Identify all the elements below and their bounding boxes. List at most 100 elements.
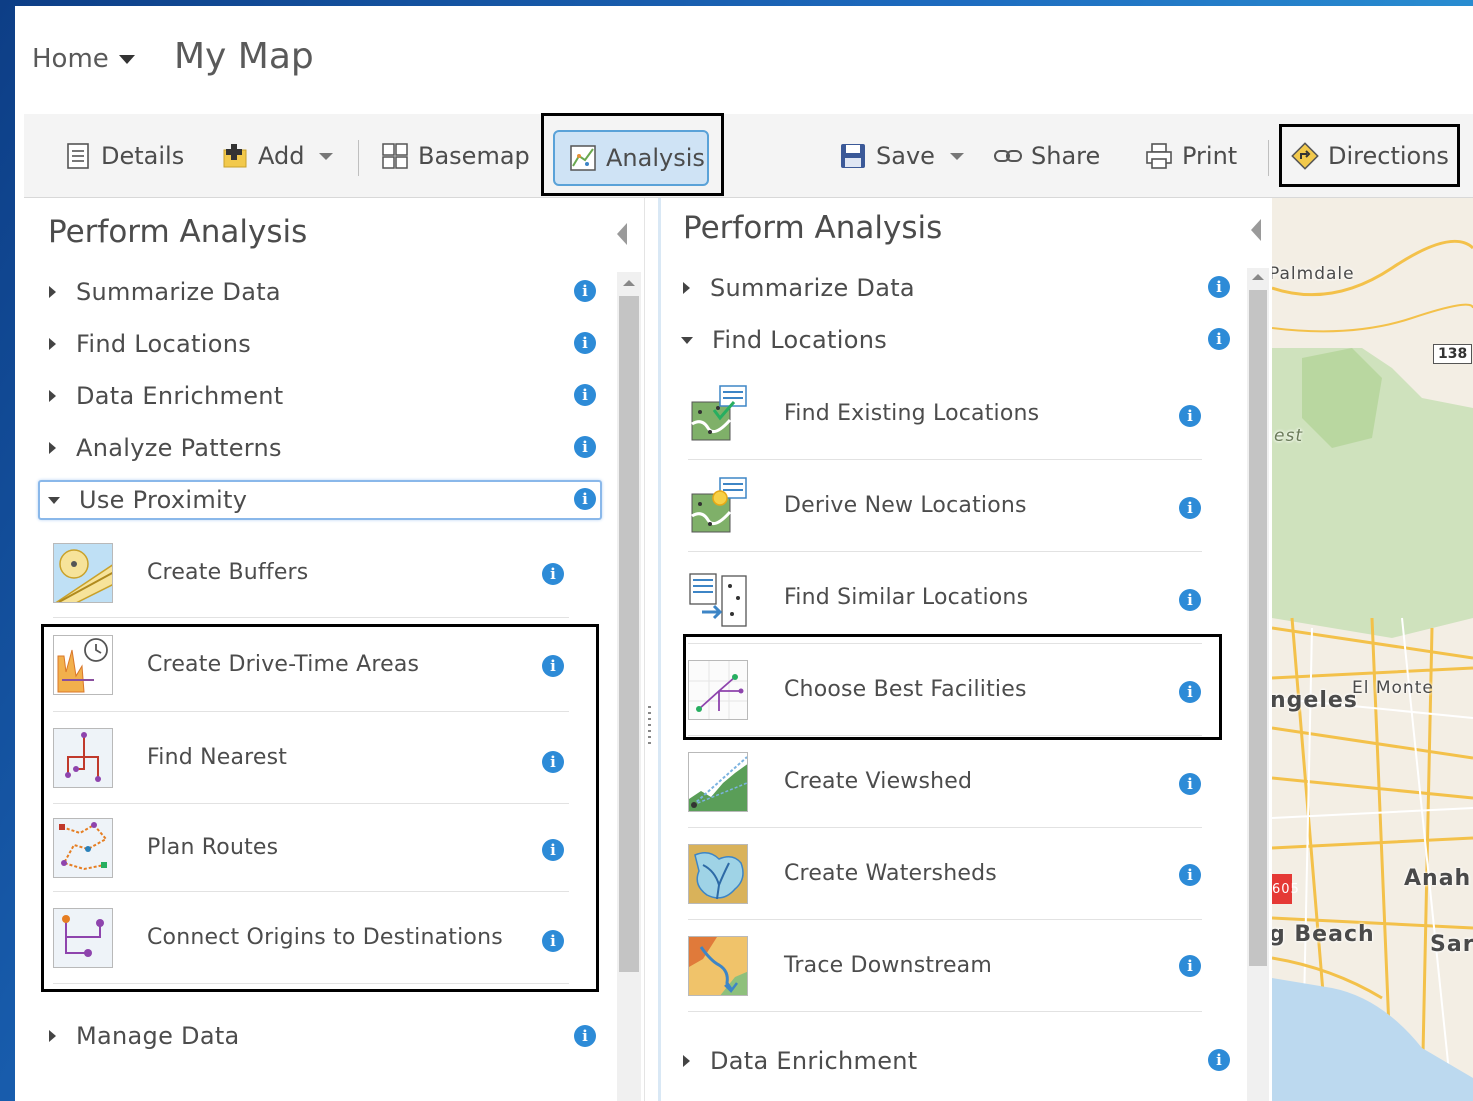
panel-splitter-handle[interactable]: [648, 706, 651, 744]
choose-best-facilities-icon: [688, 659, 748, 720]
category-label: Summarize Data: [710, 274, 915, 302]
category-find-locations[interactable]: Find Locations: [45, 324, 605, 364]
print-label: Print: [1182, 142, 1238, 170]
tool-plan-routes[interactable]: Plan Routes: [53, 804, 569, 892]
scroll-up-icon[interactable]: [623, 280, 635, 286]
chevron-right-icon: [49, 1030, 56, 1042]
chevron-right-icon: [49, 338, 56, 350]
tool-connect-origins-to-destinations[interactable]: Connect Origins to Destinations: [53, 892, 569, 984]
create-buffers-icon: [53, 542, 113, 603]
collapse-panel-icon[interactable]: [1251, 219, 1261, 241]
right-scrollbar-thumb[interactable]: [1249, 290, 1267, 966]
info-icon[interactable]: i: [1179, 773, 1201, 795]
tool-create-watersheds[interactable]: Create Watersheds: [688, 828, 1202, 920]
create-watersheds-icon: [688, 843, 748, 904]
info-icon[interactable]: i: [1179, 681, 1201, 703]
category-label: Find Locations: [712, 326, 888, 354]
tool-trace-downstream[interactable]: Trace Downstream: [688, 920, 1202, 1012]
tool-choose-best-facilities[interactable]: Choose Best Facilities: [688, 644, 1202, 736]
info-icon[interactable]: i: [574, 1025, 596, 1047]
connect-origins-icon: [53, 907, 113, 968]
basemap-grid-icon: [382, 143, 408, 169]
tool-find-existing-locations[interactable]: Find Existing Locations: [688, 368, 1202, 460]
category-summarize-data[interactable]: Summarize Data: [45, 272, 605, 312]
tool-label: Create Watersheds: [784, 861, 997, 886]
info-icon[interactable]: i: [574, 280, 596, 302]
caret-down-icon: [118, 54, 135, 64]
add-label: Add: [258, 142, 305, 170]
info-icon[interactable]: i: [1179, 955, 1201, 977]
toolbar-divider: [358, 140, 359, 176]
category-label: Use Proximity: [79, 486, 248, 514]
info-icon[interactable]: i: [574, 332, 596, 354]
details-icon: [67, 143, 89, 169]
category-summarize-data[interactable]: Summarize Data: [679, 268, 1219, 308]
category-use-proximity[interactable]: Use Proximity: [38, 480, 602, 520]
map-basemap: [1272, 198, 1473, 1101]
derive-new-locations-icon: [688, 476, 748, 536]
basemap-button[interactable]: Basemap: [381, 134, 530, 178]
scroll-up-icon[interactable]: [1252, 274, 1264, 280]
info-icon[interactable]: i: [542, 839, 564, 861]
info-icon[interactable]: i: [542, 563, 564, 585]
tool-create-viewshed[interactable]: Create Viewshed: [688, 736, 1202, 828]
tool-label: Connect Origins to Destinations: [147, 925, 503, 950]
tool-label: Find Existing Locations: [784, 401, 1040, 426]
tool-create-buffers[interactable]: Create Buffers: [53, 528, 569, 618]
save-button[interactable]: Save: [839, 134, 964, 178]
print-button[interactable]: Print: [1145, 134, 1237, 178]
info-icon[interactable]: i: [1208, 1049, 1230, 1071]
info-icon[interactable]: i: [1179, 864, 1201, 886]
tool-find-similar-locations[interactable]: Find Similar Locations: [688, 552, 1202, 644]
info-icon[interactable]: i: [542, 655, 564, 677]
basemap-label: Basemap: [418, 142, 530, 170]
find-existing-locations-icon: [688, 384, 748, 444]
collapse-panel-icon[interactable]: [617, 223, 627, 245]
tool-derive-new-locations[interactable]: Derive New Locations: [688, 460, 1202, 552]
chevron-right-icon: [49, 442, 56, 454]
chevron-down-icon: [48, 496, 60, 504]
info-icon[interactable]: i: [542, 930, 564, 952]
map-label-anaheim: Anah: [1404, 866, 1472, 891]
directions-label: Directions: [1328, 142, 1449, 170]
map-label-santa-ana: Sar: [1430, 932, 1473, 957]
category-data-enrichment[interactable]: Data Enrichment: [45, 376, 605, 416]
category-manage-data[interactable]: Manage Data: [45, 1016, 605, 1056]
info-icon[interactable]: i: [1208, 276, 1230, 298]
category-data-enrichment[interactable]: Data Enrichment: [679, 1041, 1219, 1081]
tool-label: Plan Routes: [147, 835, 279, 860]
app-window: Home My Map Details Add Basemap Analysis…: [15, 6, 1473, 1101]
left-scrollbar-thumb[interactable]: [619, 296, 639, 972]
tool-label: Create Buffers: [147, 560, 309, 585]
analysis-button[interactable]: Analysis: [553, 130, 709, 186]
panel-title: Perform Analysis: [48, 214, 308, 250]
info-icon[interactable]: i: [1179, 497, 1201, 519]
share-link-icon: [994, 150, 1022, 162]
chevron-right-icon: [49, 390, 56, 402]
info-icon[interactable]: i: [1179, 589, 1201, 611]
map-label-el-monte: El Monte: [1352, 678, 1434, 698]
tool-create-drive-time-areas[interactable]: Create Drive-Time Areas: [53, 618, 569, 712]
info-icon[interactable]: i: [1208, 328, 1230, 350]
home-label: Home: [32, 44, 109, 74]
find-similar-locations-icon: [688, 568, 748, 628]
info-icon[interactable]: i: [1179, 405, 1201, 427]
details-button[interactable]: Details: [64, 134, 184, 178]
share-button[interactable]: Share: [994, 134, 1100, 178]
add-button[interactable]: Add: [221, 134, 334, 178]
info-icon[interactable]: i: [574, 436, 596, 458]
info-icon[interactable]: i: [542, 751, 564, 773]
save-label: Save: [876, 142, 935, 170]
category-analyze-patterns[interactable]: Analyze Patterns: [45, 428, 605, 468]
printer-icon: [1146, 143, 1172, 169]
category-label: Data Enrichment: [76, 382, 284, 410]
home-menu[interactable]: Home: [32, 44, 135, 74]
tool-find-nearest[interactable]: Find Nearest: [53, 712, 569, 804]
info-icon[interactable]: i: [574, 488, 596, 510]
map-view[interactable]: Palmdale 138 est ngeles El Monte Anah g …: [1272, 198, 1473, 1101]
directions-button[interactable]: Directions: [1291, 134, 1449, 178]
panel-title: Perform Analysis: [683, 210, 943, 246]
category-find-locations[interactable]: Find Locations: [679, 320, 1219, 360]
info-icon[interactable]: i: [574, 384, 596, 406]
chevron-right-icon: [683, 282, 690, 294]
